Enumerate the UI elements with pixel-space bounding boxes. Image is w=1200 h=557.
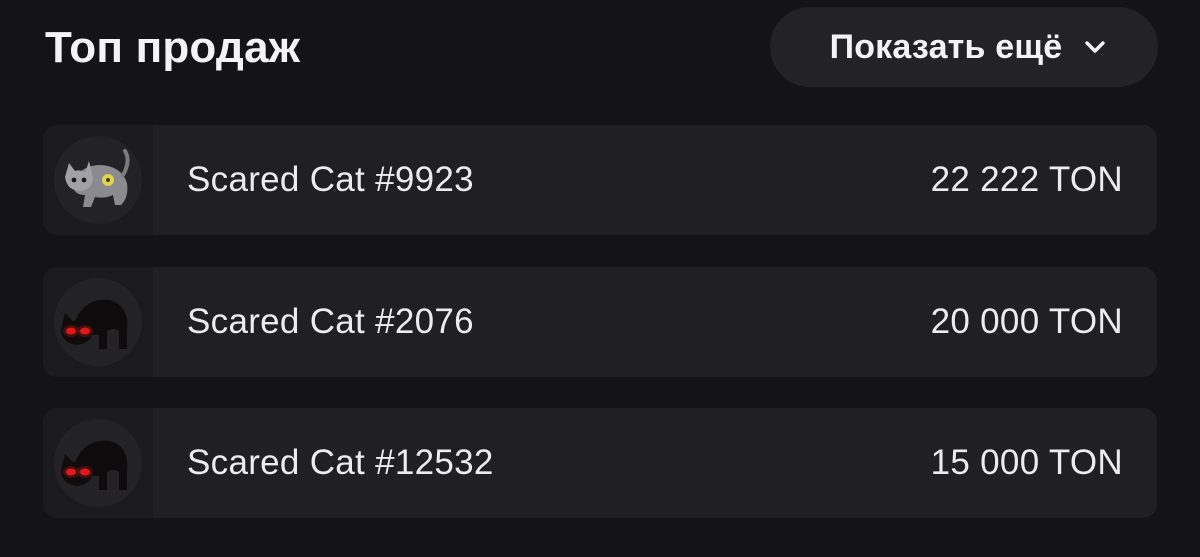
top-sales-list: Scared Cat #9923 22 222 TON Scared Cat #… bbox=[0, 0, 1200, 557]
nft-thumbnail bbox=[43, 408, 153, 518]
black-cat-red-eyes-icon bbox=[43, 267, 153, 377]
nft-thumbnail bbox=[43, 125, 153, 235]
item-price: 22 222 TON bbox=[930, 160, 1123, 199]
item-price: 20 000 TON bbox=[930, 302, 1123, 341]
black-cat-red-eyes-icon bbox=[43, 408, 153, 518]
list-item[interactable]: Scared Cat #9923 22 222 TON bbox=[43, 125, 1157, 235]
list-item[interactable]: Scared Cat #12532 15 000 TON bbox=[43, 408, 1157, 518]
gray-cat-icon bbox=[43, 125, 153, 235]
item-name: Scared Cat #2076 bbox=[187, 302, 474, 341]
item-name: Scared Cat #9923 bbox=[187, 160, 474, 199]
item-price: 15 000 TON bbox=[930, 443, 1123, 482]
list-item[interactable]: Scared Cat #2076 20 000 TON bbox=[43, 267, 1157, 377]
nft-thumbnail bbox=[43, 267, 153, 377]
item-name: Scared Cat #12532 bbox=[187, 443, 494, 482]
